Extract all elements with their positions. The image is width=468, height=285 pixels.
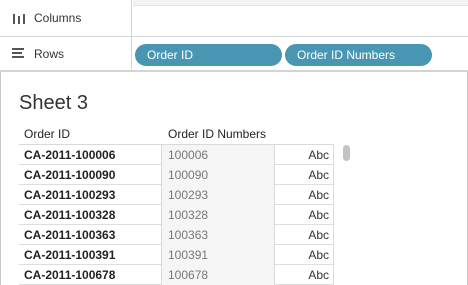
order-id-number-cell[interactable]: 100090 xyxy=(162,165,274,185)
order-id-cell[interactable]: CA-2011-100293 xyxy=(24,185,115,205)
column-divider xyxy=(274,145,275,285)
table-row[interactable]: CA-2011-100293 100293 Abc xyxy=(19,185,334,205)
order-id-cell[interactable]: CA-2011-100678 xyxy=(24,265,115,285)
table-row[interactable]: CA-2011-100328 100328 Abc xyxy=(19,205,334,225)
rows-icon xyxy=(12,48,26,59)
rows-shelf: Rows Order ID Order ID Numbers xyxy=(0,37,468,71)
columns-shelf: Columns xyxy=(0,0,468,37)
column-divider xyxy=(333,145,334,285)
columns-shelf-label: Columns xyxy=(0,0,132,36)
table-row[interactable]: CA-2011-100090 100090 Abc xyxy=(19,165,334,185)
table-row[interactable]: CA-2011-100006 100006 Abc xyxy=(19,145,334,165)
table-row[interactable]: CA-2011-100391 100391 Abc xyxy=(19,245,334,265)
abc-cell[interactable]: Abc xyxy=(275,165,333,185)
abc-cell[interactable]: Abc xyxy=(275,265,333,285)
abc-cell[interactable]: Abc xyxy=(275,225,333,245)
order-id-number-cell[interactable]: 100328 xyxy=(162,205,274,225)
order-id-numbers-pill[interactable]: Order ID Numbers xyxy=(285,44,432,66)
rows-shelf-label: Rows xyxy=(0,37,132,70)
order-id-cell[interactable]: CA-2011-100363 xyxy=(24,225,115,245)
order-id-number-cell[interactable]: 100678 xyxy=(162,265,274,285)
sheet-title[interactable]: Sheet 3 xyxy=(19,92,88,115)
table-row[interactable]: CA-2011-100678 100678 Abc xyxy=(19,265,334,285)
column-header-order-id-numbers[interactable]: Order ID Numbers xyxy=(168,127,266,141)
order-id-number-cell[interactable]: 100363 xyxy=(162,225,274,245)
table-row[interactable]: CA-2011-100363 100363 Abc xyxy=(19,225,334,245)
columns-drop-area[interactable] xyxy=(133,0,468,36)
columns-label: Columns xyxy=(34,11,82,25)
abc-cell[interactable]: Abc xyxy=(275,145,333,165)
order-id-cell[interactable]: CA-2011-100006 xyxy=(24,145,115,165)
order-id-number-cell[interactable]: 100391 xyxy=(162,245,274,265)
order-id-cell[interactable]: CA-2011-100090 xyxy=(24,165,115,185)
order-id-cell[interactable]: CA-2011-100391 xyxy=(24,245,115,265)
data-table: CA-2011-100006 100006 Abc CA-2011-100090… xyxy=(19,144,334,285)
abc-cell[interactable]: Abc xyxy=(275,205,333,225)
order-id-cell[interactable]: CA-2011-100328 xyxy=(24,205,115,225)
order-id-number-cell[interactable]: 100293 xyxy=(162,185,274,205)
sheet-canvas: Sheet 3 Order ID Order ID Numbers CA-201… xyxy=(0,71,468,285)
columns-icon xyxy=(12,12,26,24)
abc-cell[interactable]: Abc xyxy=(275,245,333,265)
rows-label: Rows xyxy=(34,46,65,61)
column-header-order-id[interactable]: Order ID xyxy=(24,127,70,141)
abc-cell[interactable]: Abc xyxy=(275,185,333,205)
order-id-pill[interactable]: Order ID xyxy=(135,44,282,66)
column-divider xyxy=(161,145,162,285)
rows-drop-area[interactable]: Order ID Order ID Numbers xyxy=(133,37,468,70)
order-id-number-cell[interactable]: 100006 xyxy=(162,145,274,165)
vertical-scrollbar-thumb[interactable] xyxy=(343,145,350,161)
